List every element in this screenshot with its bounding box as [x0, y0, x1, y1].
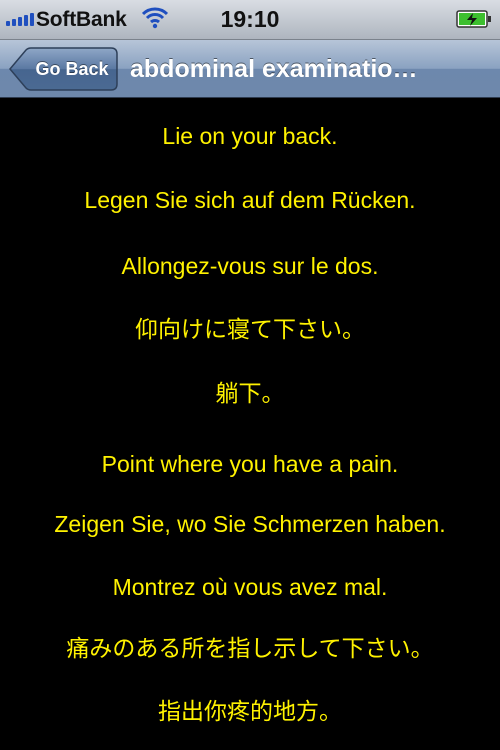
phrase-chinese-1: 躺下。: [215, 380, 285, 406]
phrase-english-1: Lie on your back.: [162, 123, 338, 149]
navigation-bar: Go Back abdominal examinatio…: [0, 40, 500, 98]
phrase-list: Lie on your back. Legen Sie sich auf dem…: [0, 98, 500, 750]
phrase-german-1: Legen Sie sich auf dem Rücken.: [84, 187, 416, 213]
battery-charging-icon: [456, 10, 491, 28]
go-back-button[interactable]: Go Back: [8, 47, 118, 91]
page-title: abdominal examinatio…: [130, 55, 418, 83]
status-bar: SoftBank 19:10: [0, 0, 500, 40]
phrase-french-2: Montrez où vous avez mal.: [112, 574, 388, 600]
phrase-german-2: Zeigen Sie, wo Sie Schmerzen haben.: [54, 511, 446, 537]
phrase-japanese-2: 痛みのある所を指し示して下さい。: [66, 635, 434, 661]
phrase-french-1: Allongez-vous sur le dos.: [121, 253, 379, 279]
phrase-chinese-2: 指出你疼的地方。: [158, 698, 342, 724]
status-time: 19:10: [220, 6, 280, 32]
go-back-label: Go Back: [35, 59, 109, 79]
phrase-english-2: Point where you have a pain.: [101, 451, 399, 477]
phrase-japanese-1: 仰向けに寝て下さい。: [135, 316, 365, 342]
